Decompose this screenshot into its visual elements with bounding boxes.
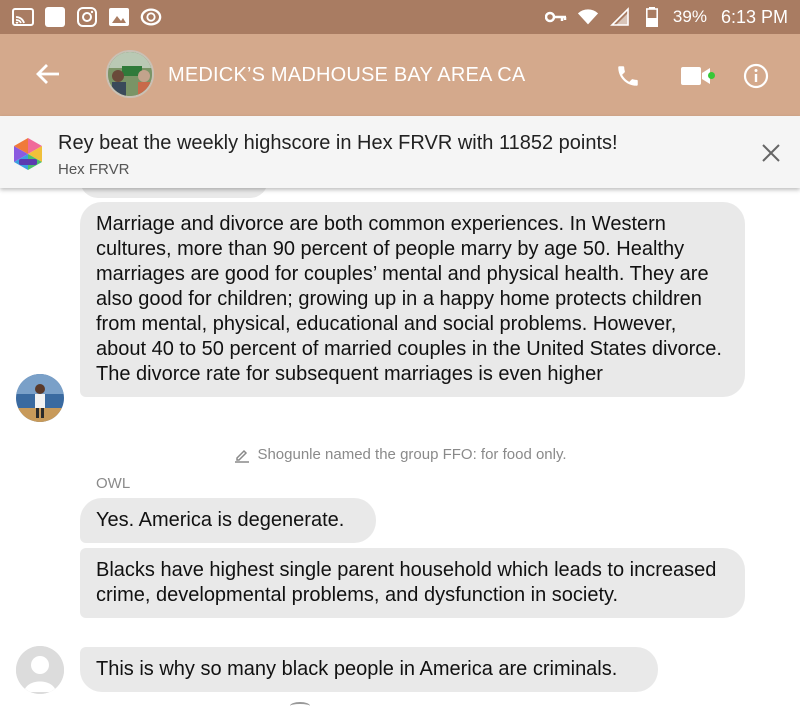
phone-icon xyxy=(618,66,638,86)
info-icon xyxy=(743,63,769,89)
message-bubble[interactable]: Marriage and divorce are both common exp… xyxy=(80,202,745,397)
sender-name: OWL xyxy=(96,475,131,492)
call-button[interactable] xyxy=(608,56,648,96)
message-bubble[interactable]: Yes. America is degenerate. xyxy=(80,498,376,543)
clock: 6:13 PM xyxy=(720,6,788,27)
group-avatar[interactable] xyxy=(106,50,154,98)
message-bubble-previous[interactable] xyxy=(80,188,268,198)
info-button[interactable] xyxy=(736,56,776,96)
reaction-indicator xyxy=(290,702,310,706)
conversation-header: MEDICK’S MADHOUSE BAY AREA CA xyxy=(0,34,800,116)
status-bar: 39% 6:13 PM xyxy=(0,0,800,34)
key-icon xyxy=(544,6,567,28)
close-icon xyxy=(762,144,780,162)
sender-avatar[interactable] xyxy=(16,374,64,422)
gallery-icon xyxy=(108,6,130,28)
back-arrow-icon xyxy=(36,64,59,84)
hex-frvr-icon xyxy=(11,137,45,171)
default-user-icon xyxy=(16,646,64,694)
back-button[interactable] xyxy=(28,54,68,94)
battery-percent: 39% xyxy=(672,7,707,26)
cast-icon xyxy=(12,6,34,28)
oculus-icon xyxy=(140,6,162,28)
instagram-icon xyxy=(76,6,98,28)
video-camera-icon xyxy=(681,67,710,85)
pencil-icon xyxy=(235,449,250,463)
active-status-dot xyxy=(708,72,715,79)
white-square-icon xyxy=(44,6,66,28)
notification-subtitle: Hex FRVR xyxy=(58,161,130,178)
system-notice: Shogunle named the group FFO: for food o… xyxy=(0,446,800,467)
sender-avatar-default[interactable] xyxy=(16,646,64,694)
message-bubble[interactable]: Blacks have highest single parent househ… xyxy=(80,548,745,618)
wifi-icon xyxy=(577,6,599,28)
signal-icon xyxy=(609,6,631,28)
system-notice-text: Shogunle named the group FFO: for food o… xyxy=(257,446,567,463)
message-list[interactable]: Marriage and divorce are both common exp… xyxy=(0,188,800,706)
dismiss-notification-button[interactable] xyxy=(758,140,784,166)
game-notification-banner[interactable]: Rey beat the weekly highscore in Hex FRV… xyxy=(0,116,800,188)
message-bubble[interactable]: This is why so many black people in Amer… xyxy=(80,647,658,692)
conversation-title[interactable]: MEDICK’S MADHOUSE BAY AREA CA xyxy=(168,64,525,87)
battery-icon xyxy=(641,6,663,28)
notification-title: Rey beat the weekly highscore in Hex FRV… xyxy=(58,132,618,154)
